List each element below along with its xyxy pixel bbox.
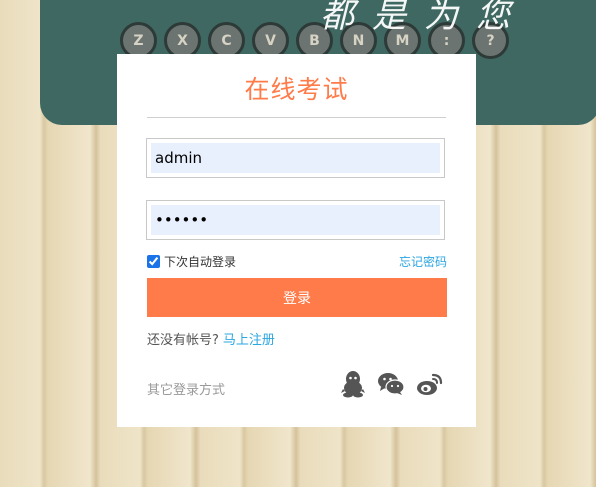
remember-label: 下次自动登录 (164, 254, 237, 269)
register-link[interactable]: 马上注册 (223, 333, 275, 348)
no-account-text: 还没有帐号? (147, 333, 219, 348)
social-login-icons (339, 370, 443, 398)
forgot-password-link[interactable]: 忘记密码 (399, 253, 447, 270)
title-divider (147, 117, 446, 118)
username-input[interactable] (151, 143, 440, 173)
password-input[interactable] (151, 205, 440, 235)
login-card: 在线考试 下次自动登录 忘记密码 登录 还没有帐号? 马上注册 其它登录方式 (117, 54, 476, 427)
other-login-label: 其它登录方式 (147, 383, 226, 398)
remember-me[interactable]: 下次自动登录 (147, 253, 236, 270)
page-title: 在线考试 (244, 75, 349, 104)
qq-icon[interactable] (339, 370, 367, 398)
username-field (146, 138, 445, 178)
remember-row: 下次自动登录 忘记密码 (147, 252, 447, 270)
background-script-text: 都是为您 (320, 0, 528, 36)
weibo-icon[interactable] (415, 370, 443, 398)
login-button[interactable]: 登录 (147, 278, 447, 317)
password-field (146, 200, 445, 240)
wechat-icon[interactable] (377, 370, 405, 398)
register-prompt: 还没有帐号? 马上注册 (147, 329, 275, 348)
remember-checkbox[interactable] (147, 254, 160, 268)
